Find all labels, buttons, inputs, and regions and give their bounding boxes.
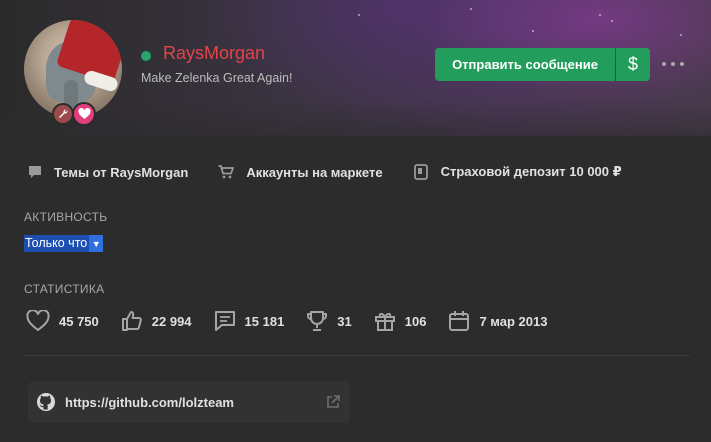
market-link-label: Аккаунты на маркете xyxy=(246,164,383,180)
likes-stat[interactable]: 45 750 xyxy=(26,310,99,332)
likes-value: 45 750 xyxy=(59,313,99,329)
deposit-icon xyxy=(413,164,428,180)
send-money-button[interactable]: $ xyxy=(616,48,650,81)
thumbs-up-icon xyxy=(121,311,142,331)
divider xyxy=(24,355,690,356)
gifts-value: 106 xyxy=(404,313,427,329)
market-link[interactable]: Аккаунты на маркете xyxy=(218,164,383,180)
stats-heading: СТАТИСТИКА xyxy=(24,282,105,296)
external-link-icon[interactable] xyxy=(326,395,340,409)
send-message-button[interactable]: Отправить сообщение xyxy=(435,48,615,81)
deposit-link[interactable]: Страховой депозит 10 000 ₽ xyxy=(413,164,622,180)
heart-icon xyxy=(26,310,50,332)
thumbs-stat[interactable]: 22 994 xyxy=(121,310,192,332)
stats-row: 45 750 22 994 15 181 31 106 7 мар 2013 xyxy=(26,309,569,333)
profile-card: RaysMorgan Make Zelenka Great Again! Отп… xyxy=(0,0,711,442)
trophies-value: 31 xyxy=(337,313,352,329)
username[interactable]: RaysMorgan xyxy=(163,43,265,64)
messages-stat[interactable]: 15 181 xyxy=(214,310,285,332)
comment-icon xyxy=(29,166,41,178)
status-text: Make Zelenka Great Again! xyxy=(141,71,293,85)
online-status-dot xyxy=(141,51,151,61)
cart-icon xyxy=(218,165,235,179)
gifts-stat[interactable]: 106 xyxy=(374,310,427,332)
activity-heading: АКТИВНОСТЬ xyxy=(24,210,108,224)
deposit-link-label: Страховой депозит 10 000 ₽ xyxy=(440,164,622,179)
registered-stat[interactable]: 7 мар 2013 xyxy=(448,310,547,332)
last-activity-text: Только что xyxy=(24,235,90,252)
wrench-badge-icon xyxy=(52,103,74,125)
github-link[interactable]: https://github.com/lolzteam xyxy=(28,381,350,423)
trophies-stat[interactable]: 31 xyxy=(306,310,352,332)
github-url: https://github.com/lolzteam xyxy=(65,394,234,410)
gift-icon xyxy=(374,312,395,331)
threads-link-label: Темы от RaysMorgan xyxy=(54,164,189,180)
dropdown-arrow-icon[interactable]: ▼ xyxy=(89,235,104,252)
profile-links: Темы от RaysMorgan Аккаунты на маркете С… xyxy=(28,162,652,182)
registered-value: 7 мар 2013 xyxy=(479,313,548,329)
thumbs-value: 22 994 xyxy=(151,313,192,329)
trophy-icon xyxy=(307,311,328,331)
message-icon xyxy=(214,311,235,331)
more-options-icon[interactable] xyxy=(662,56,684,72)
messages-value: 15 181 xyxy=(244,313,285,329)
heart-badge-icon xyxy=(72,102,96,126)
avatar[interactable] xyxy=(24,20,122,118)
calendar-icon xyxy=(449,311,470,331)
activity-value[interactable]: Только что ▼ xyxy=(24,235,104,252)
github-icon xyxy=(37,393,55,411)
threads-link[interactable]: Темы от RaysMorgan xyxy=(28,165,188,180)
